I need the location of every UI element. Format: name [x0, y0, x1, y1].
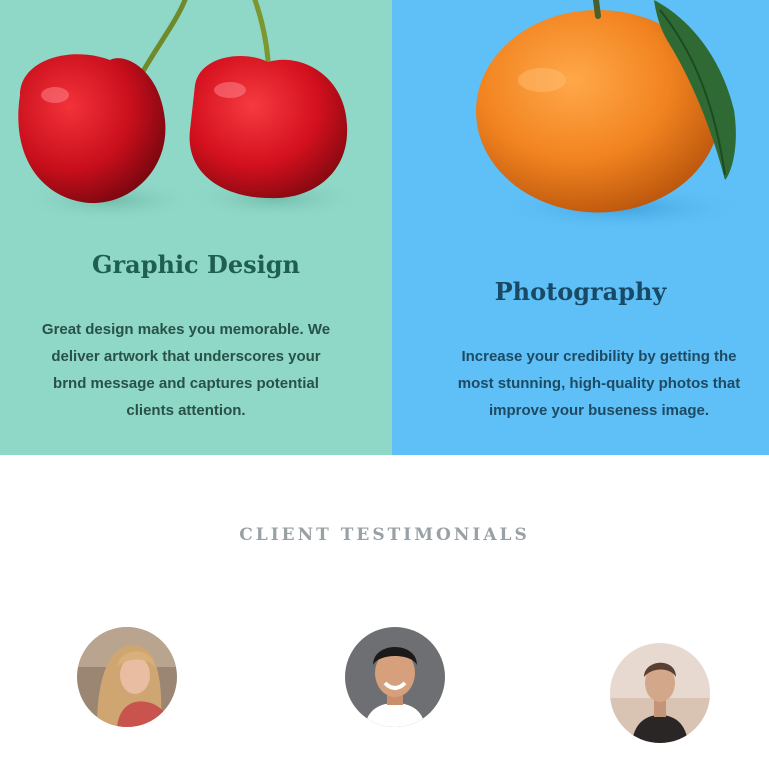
client-avatar-woman-short-hair: [610, 643, 710, 743]
graphic-design-description: Great design makes you memorable. We del…: [41, 321, 331, 419]
testimonial-text-fragment: [300, 752, 470, 758]
testimonials-section: CLIENT TESTIMONIALS: [0, 455, 769, 757]
photography-description: Increase your credibility by getting the…: [457, 348, 741, 419]
client-avatar-man-smiling: [345, 627, 445, 727]
cherries-image: [18, 0, 365, 222]
testimonial-text-fragment: [52, 752, 202, 758]
client-avatar-woman-blonde: [77, 627, 177, 727]
photography-card: Photography Increase your credibility by…: [392, 0, 769, 455]
orange-image: [476, 0, 752, 232]
photography-title: Photography: [494, 277, 667, 306]
graphic-design-title: Graphic Design: [92, 250, 300, 279]
services-section: Graphic Design Great design makes you me…: [0, 0, 769, 455]
testimonials-heading: CLIENT TESTIMONIALS: [239, 525, 530, 545]
graphic-design-card: Graphic Design Great design makes you me…: [0, 0, 392, 455]
